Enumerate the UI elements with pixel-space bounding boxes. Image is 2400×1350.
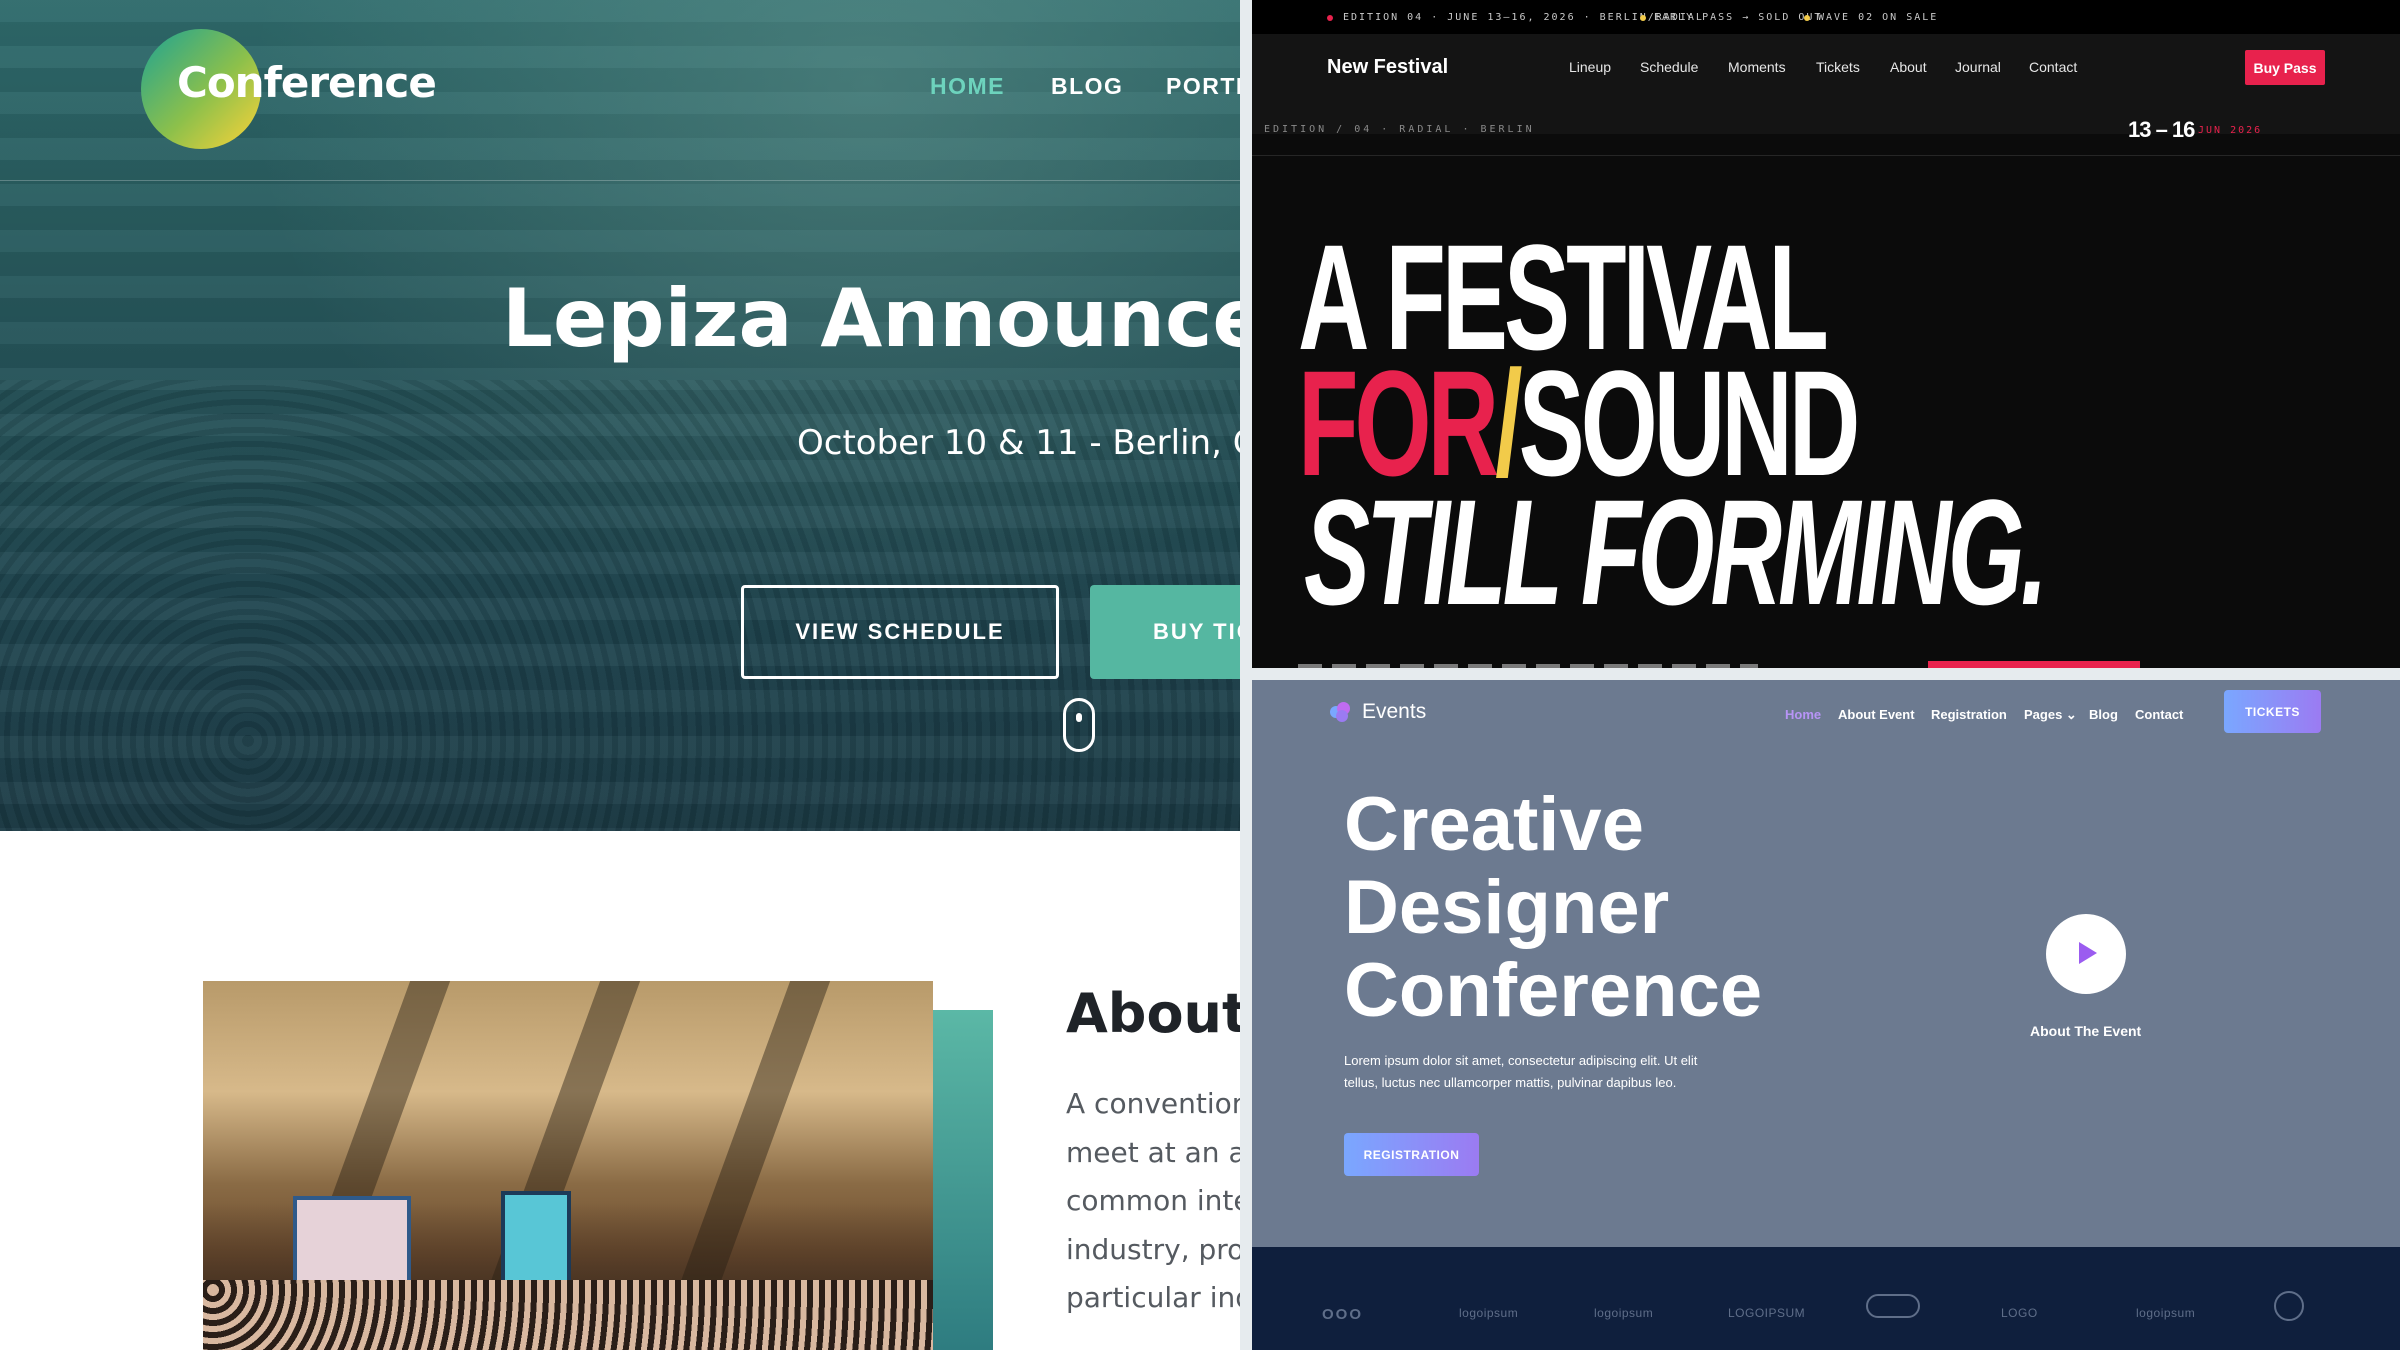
partner-logo: OOO: [1322, 1306, 1364, 1323]
events-brand[interactable]: Events: [1362, 700, 1426, 724]
partner-logo: LOGO: [2001, 1306, 2038, 1320]
ticker-item: WAVE 02 ON SALE: [1818, 12, 1939, 23]
horizontal-divider: [1252, 668, 2400, 680]
events-logo-icon[interactable]: [1330, 702, 1350, 722]
nav-contact[interactable]: Contact: [2135, 707, 2183, 722]
nav-blog[interactable]: BLOG: [1051, 73, 1123, 100]
subheader-divider: [1252, 155, 2400, 156]
events-site: Events Home About Event Registration Pag…: [1252, 680, 2400, 1350]
partner-logo: logoipsum: [1459, 1306, 1519, 1320]
ticker-dot-icon: [1640, 15, 1646, 21]
partner-logo-strip: [1252, 1247, 2400, 1350]
site-logo[interactable]: Conference: [177, 58, 437, 107]
scroll-mouse-icon[interactable]: [1063, 698, 1095, 752]
ticker-item: EARLY PASS → SOLD OUT: [1654, 12, 1823, 23]
nav-home[interactable]: HOME: [930, 73, 1005, 100]
hero-body-line: Lorem ipsum dolor sit amet, consectetur …: [1344, 1053, 1698, 1068]
ticker-dot-icon: [1804, 15, 1810, 21]
nav-registration[interactable]: Registration: [1931, 707, 2007, 722]
ticker-item: EDITION 04 · JUNE 13–16, 2026 · BERLIN/R…: [1343, 12, 1704, 23]
nav-blog[interactable]: Blog: [2089, 707, 2118, 722]
play-video-icon[interactable]: [2046, 914, 2126, 994]
festival-brand[interactable]: New Festival: [1327, 56, 1448, 79]
partner-logo: LOGOIPSUM: [1728, 1306, 1806, 1320]
about-text-line: common intere: [1066, 1184, 1240, 1217]
nav-home[interactable]: Home: [1785, 707, 1821, 722]
tickets-button[interactable]: TICKETS: [2224, 690, 2321, 733]
registration-button[interactable]: REGISTRATION: [1344, 1133, 1479, 1176]
headline-line-3: STILL FORMING.: [1304, 468, 2048, 636]
partner-badge-icon: [2274, 1291, 2304, 1321]
ticker-dot-icon: [1327, 15, 1333, 21]
conference-site: Conference HOME BLOG PORTF Lepiza Announ…: [0, 0, 1240, 1350]
hero-body-line: tellus, luctus nec ullamcorper mattis, p…: [1344, 1075, 1677, 1090]
nav-pages[interactable]: Pages ⌄: [2024, 707, 2077, 723]
festival-site: EDITION 04 · JUNE 13–16, 2026 · BERLIN/R…: [1252, 0, 2400, 668]
festival-dates: 13 – 16: [2128, 117, 2195, 142]
hero-subtitle: October 10 & 11 - Berlin, G: [797, 423, 1240, 463]
hero-title-line: Designer: [1344, 865, 1670, 950]
about-text-line: industry, profe: [1066, 1233, 1240, 1266]
nav-schedule[interactable]: Schedule: [1640, 59, 1698, 75]
festival-month: JUN 2026: [2198, 125, 2263, 136]
hero-cta-peek[interactable]: [1928, 661, 2140, 668]
nav-contact[interactable]: Contact: [2029, 59, 2077, 75]
about-text-line: A convention,: [1066, 1087, 1240, 1120]
nav-moments[interactable]: Moments: [1728, 59, 1786, 75]
view-schedule-button[interactable]: VIEW SCHEDULE: [741, 585, 1059, 679]
hero-title: Lepiza Announces N: [502, 272, 1240, 365]
buy-pass-button[interactable]: Buy Pass: [2245, 50, 2325, 85]
festival-navbar: [1252, 34, 2400, 134]
partner-logo: logoipsum: [1594, 1306, 1654, 1320]
about-title: About T: [1066, 982, 1240, 1045]
hero-title-line: Creative: [1344, 782, 1644, 867]
partner-logo: logoipsum: [2136, 1306, 2196, 1320]
hero-title-line: Conference: [1344, 948, 1763, 1033]
nav-tickets[interactable]: Tickets: [1816, 59, 1860, 75]
about-event-label[interactable]: About The Event: [2030, 1023, 2141, 1039]
nav-lineup[interactable]: Lineup: [1569, 59, 1611, 75]
header-divider: [0, 180, 1240, 181]
partner-logo-pill-icon: [1866, 1294, 1920, 1318]
nav-journal[interactable]: Journal: [1955, 59, 2001, 75]
nav-about[interactable]: About: [1890, 59, 1927, 75]
convention-hall-photo: [203, 981, 933, 1350]
nav-portfolio[interactable]: PORTF: [1166, 73, 1240, 100]
about-text-line: meet at an arra: [1066, 1136, 1240, 1169]
vertical-divider: [1240, 0, 1252, 1350]
edition-label: EDITION / 04 · RADIAL · BERLIN: [1264, 124, 1535, 135]
buy-tickets-button[interactable]: BUY TIC: [1090, 585, 1240, 679]
nav-about-event[interactable]: About Event: [1838, 707, 1915, 722]
about-text-line: particular indu: [1066, 1281, 1240, 1314]
